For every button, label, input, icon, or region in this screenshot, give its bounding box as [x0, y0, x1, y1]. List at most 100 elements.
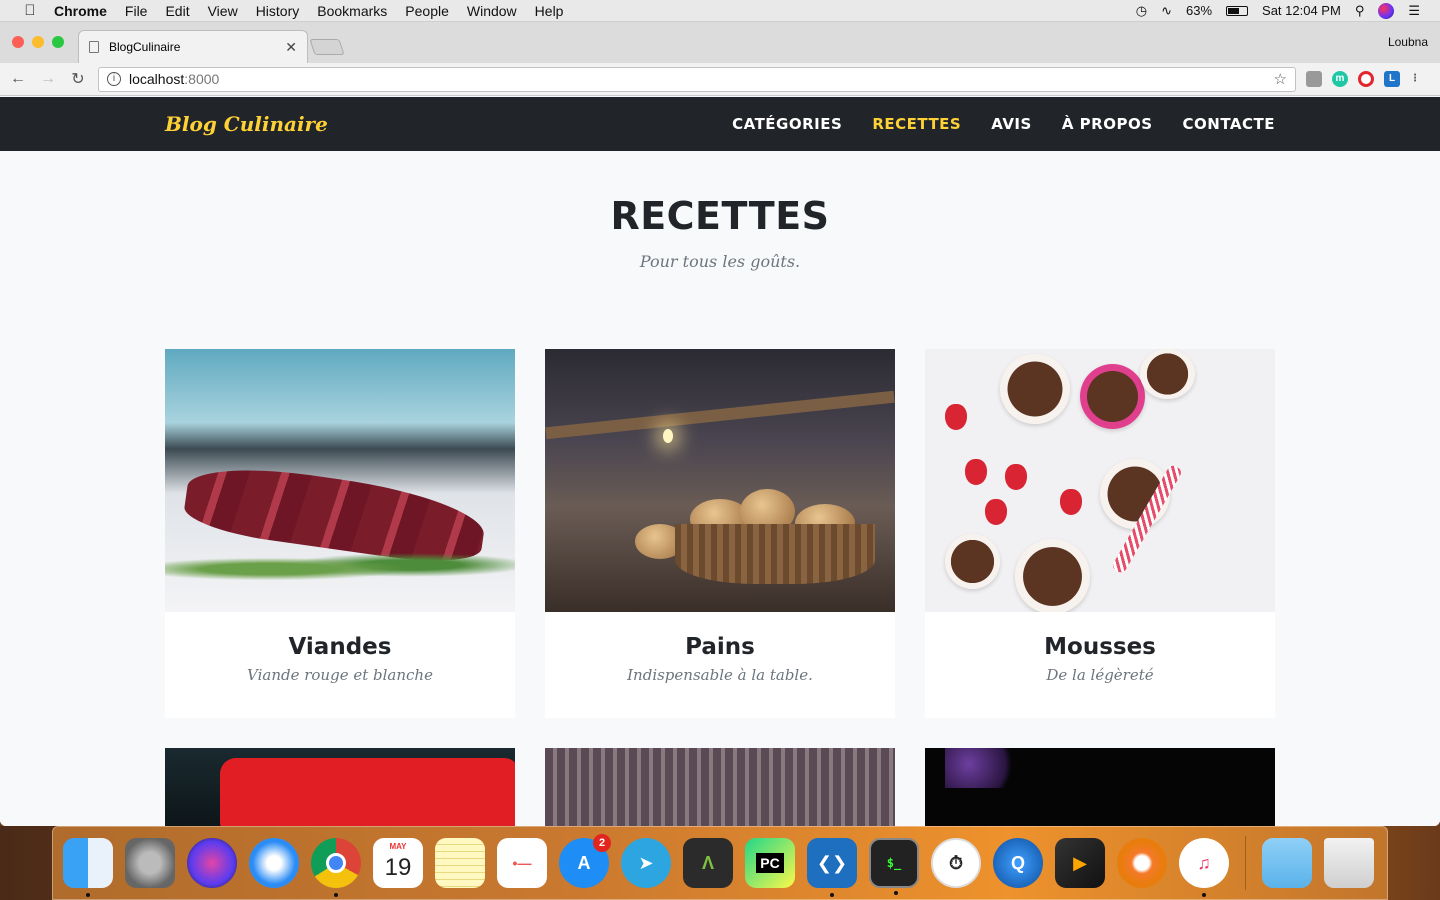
card-image[interactable] — [545, 748, 895, 826]
card-image[interactable] — [165, 349, 515, 612]
extension-icon[interactable] — [1306, 71, 1322, 87]
recipe-card[interactable] — [925, 748, 1275, 826]
profile-name[interactable]: Loubna — [1388, 35, 1428, 49]
recipe-card[interactable] — [165, 748, 515, 826]
menu-extras: ◷ ∿ 63% Sat 12:04 PM ⚲ ☰ — [1136, 2, 1440, 19]
section-title: RECETTES — [610, 194, 830, 238]
final-cut-icon[interactable]: ▶ — [1055, 838, 1105, 888]
zoom-window-button[interactable] — [52, 36, 64, 48]
recipe-card[interactable] — [545, 748, 895, 826]
card-image[interactable] — [925, 748, 1275, 826]
recipe-card-pains[interactable]: Pains Indispensable à la table. — [545, 349, 895, 718]
page-icon — [89, 41, 99, 53]
menu-help[interactable]: Help — [535, 3, 564, 19]
system-preferences-icon[interactable] — [125, 838, 175, 888]
extension-icon[interactable]: L — [1384, 71, 1400, 87]
card-title: Viandes — [288, 634, 392, 660]
bookmark-star-icon[interactable]: ☆ — [1274, 70, 1287, 88]
reminders-icon[interactable]: •— — [497, 838, 547, 888]
menu-file[interactable]: File — [125, 3, 148, 19]
battery-icon[interactable] — [1226, 5, 1249, 16]
calendar-icon[interactable]: MAY 19 — [373, 838, 423, 888]
apple-icon[interactable]:  — [20, 2, 40, 19]
minimize-window-button[interactable] — [32, 36, 44, 48]
site-brand[interactable]: Blog Culinaire — [165, 112, 328, 136]
card-title: Mousses — [1044, 634, 1156, 660]
pycharm-icon[interactable]: PC — [745, 838, 795, 888]
tab-title: BlogCulinaire — [109, 40, 181, 54]
section-heading: RECETTES Pour tous les goûts. — [0, 194, 1440, 271]
vscode-icon[interactable]: ❮❯ — [807, 838, 857, 897]
clock[interactable]: Sat 12:04 PM — [1262, 3, 1341, 18]
extension-icon[interactable]: m — [1332, 71, 1348, 87]
card-caption: Mousses De la légèreté — [925, 612, 1275, 718]
battery-percent[interactable]: 63% — [1186, 3, 1212, 18]
blender-icon[interactable] — [1117, 838, 1167, 888]
wifi-icon[interactable]: ∿ — [1161, 3, 1172, 19]
card-caption: Viandes Viande rouge et blanche — [165, 612, 515, 718]
app-store-icon[interactable]: A2 — [559, 834, 611, 888]
quicktime-icon[interactable]: Q — [993, 838, 1043, 888]
clock-icon[interactable]: ⏱ — [931, 838, 981, 888]
safari-icon[interactable] — [249, 838, 299, 888]
card-title: Pains — [685, 634, 755, 660]
calendar-day: 19 — [384, 854, 412, 881]
site-info-icon[interactable]: i — [107, 72, 121, 86]
reload-icon[interactable]: ↻ — [68, 69, 88, 89]
site-nav-links: CATÉGORIES RECETTES AVIS À PROPOS CONTAC… — [732, 115, 1275, 133]
time-machine-icon[interactable]: ◷ — [1136, 3, 1147, 19]
web-page: Blog Culinaire CATÉGORIES RECETTES AVIS … — [0, 97, 1440, 826]
card-subtitle: Viande rouge et blanche — [247, 666, 433, 684]
recipe-card-viandes[interactable]: Viandes Viande rouge et blanche — [165, 349, 515, 718]
menu-people[interactable]: People — [405, 3, 449, 19]
nav-a-propos[interactable]: À PROPOS — [1062, 115, 1153, 133]
menu-app-name[interactable]: Chrome — [54, 3, 107, 19]
siri-icon[interactable] — [1378, 2, 1395, 19]
menu-history[interactable]: History — [256, 3, 300, 19]
folder-icon[interactable] — [1262, 838, 1312, 888]
trash-icon[interactable] — [1324, 838, 1374, 888]
card-image[interactable] — [165, 748, 515, 826]
recipe-card-mousses[interactable]: Mousses De la légèreté — [925, 349, 1275, 718]
close-tab-icon[interactable]: ✕ — [285, 39, 297, 56]
address-bar[interactable]: i localhost :8000 ☆ — [98, 66, 1296, 92]
spotlight-icon[interactable]: ⚲ — [1355, 3, 1365, 19]
url-host: localhost — [129, 71, 185, 87]
back-icon[interactable]: ← — [8, 70, 28, 88]
nav-avis[interactable]: AVIS — [991, 115, 1032, 133]
opera-extension-icon[interactable] — [1358, 71, 1374, 87]
forward-icon[interactable]: → — [38, 70, 58, 88]
card-subtitle: Indispensable à la table. — [627, 666, 813, 684]
chrome-menu-icon[interactable]: ⋮ — [1410, 71, 1420, 87]
browser-tab[interactable]: BlogCulinaire ✕ — [78, 30, 308, 63]
menu-edit[interactable]: Edit — [165, 3, 189, 19]
card-subtitle: De la légèreté — [1046, 666, 1154, 684]
notes-icon[interactable] — [435, 838, 485, 888]
card-image[interactable] — [545, 349, 895, 612]
new-tab-button[interactable] — [309, 39, 345, 55]
nav-contacte[interactable]: CONTACTE — [1183, 115, 1275, 133]
finder-icon[interactable] — [63, 838, 113, 897]
url-port: :8000 — [184, 71, 220, 87]
notification-center-icon[interactable]: ☰ — [1408, 3, 1420, 19]
dock-separator — [1245, 836, 1246, 890]
itunes-icon[interactable]: ♫ — [1179, 838, 1229, 897]
card-caption: Pains Indispensable à la table. — [545, 612, 895, 718]
nav-recettes[interactable]: RECETTES — [872, 115, 961, 133]
terminal-icon[interactable]: $_ — [869, 838, 919, 895]
close-window-button[interactable] — [12, 36, 24, 48]
app-store-badge: 2 — [593, 834, 611, 852]
menu-window[interactable]: Window — [467, 3, 517, 19]
tab-strip: BlogCulinaire ✕ Loubna — [0, 22, 1440, 63]
siri-icon[interactable] — [187, 838, 237, 888]
chrome-icon[interactable] — [311, 838, 361, 897]
nav-categories[interactable]: CATÉGORIES — [732, 115, 842, 133]
macos-menu-bar:  Chrome File Edit View History Bookmark… — [0, 0, 1440, 22]
telegram-icon[interactable]: ➤ — [621, 838, 671, 888]
window-controls — [12, 36, 64, 48]
browser-toolbar: ← → ↻ i localhost :8000 ☆ m L ⋮ — [0, 63, 1440, 96]
menu-bookmarks[interactable]: Bookmarks — [317, 3, 387, 19]
card-image[interactable] — [925, 349, 1275, 612]
android-studio-icon[interactable]: Λ — [683, 838, 733, 888]
menu-view[interactable]: View — [208, 3, 238, 19]
